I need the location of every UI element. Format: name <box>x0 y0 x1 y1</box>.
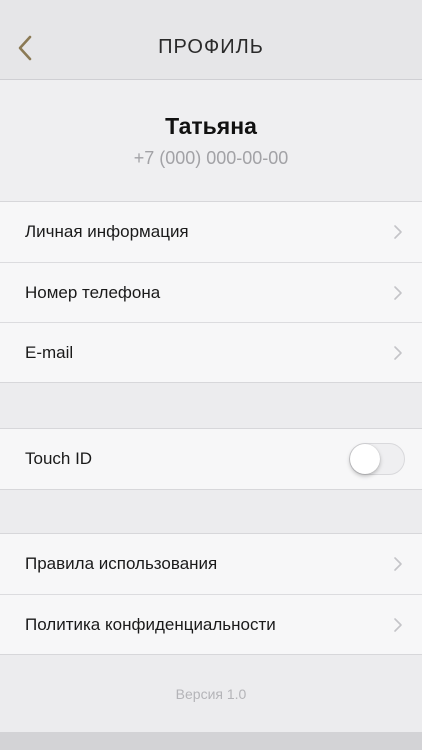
email-row[interactable]: E-mail <box>0 322 422 382</box>
bottom-strip <box>0 732 422 750</box>
terms-of-use-row[interactable]: Правила использования <box>0 534 422 594</box>
app-version: Версия 1.0 <box>175 686 247 702</box>
personal-info-row[interactable]: Личная информация <box>0 202 422 262</box>
privacy-policy-row[interactable]: Политика конфиденциальности <box>0 594 422 654</box>
privacy-policy-label: Политика конфиденциальности <box>25 614 276 634</box>
chevron-right-icon <box>392 284 404 302</box>
phone-number-row[interactable]: Номер телефона <box>0 262 422 322</box>
personal-info-label: Личная информация <box>25 222 189 241</box>
terms-of-use-label: Правила использования <box>25 554 218 573</box>
personal-info-group: Личная информация Номер телефона E-mail <box>0 201 422 383</box>
touch-id-label: Touch ID <box>25 449 93 468</box>
toggle-knob <box>350 444 380 474</box>
profile-phone: +7 (000) 000-00-00 <box>133 148 289 168</box>
touch-id-toggle[interactable] <box>349 443 405 475</box>
profile-name: Татьяна <box>165 113 257 139</box>
page-title: ПРОФИЛЬ <box>158 36 264 58</box>
chevron-right-icon <box>392 223 404 241</box>
chevron-right-icon <box>392 555 404 573</box>
legal-group: Правила использования Политика конфиденц… <box>0 533 422 655</box>
phone-number-label: Номер телефона <box>25 282 161 302</box>
profile-header: Татьяна +7 (000) 000-00-00 <box>0 80 422 201</box>
chevron-right-icon <box>392 344 404 362</box>
email-label: E-mail <box>25 342 74 362</box>
touch-id-row: Touch ID <box>0 429 422 489</box>
chevron-right-icon <box>392 616 404 634</box>
security-group: Touch ID <box>0 428 422 490</box>
nav-bar: ПРОФИЛЬ <box>0 0 422 80</box>
